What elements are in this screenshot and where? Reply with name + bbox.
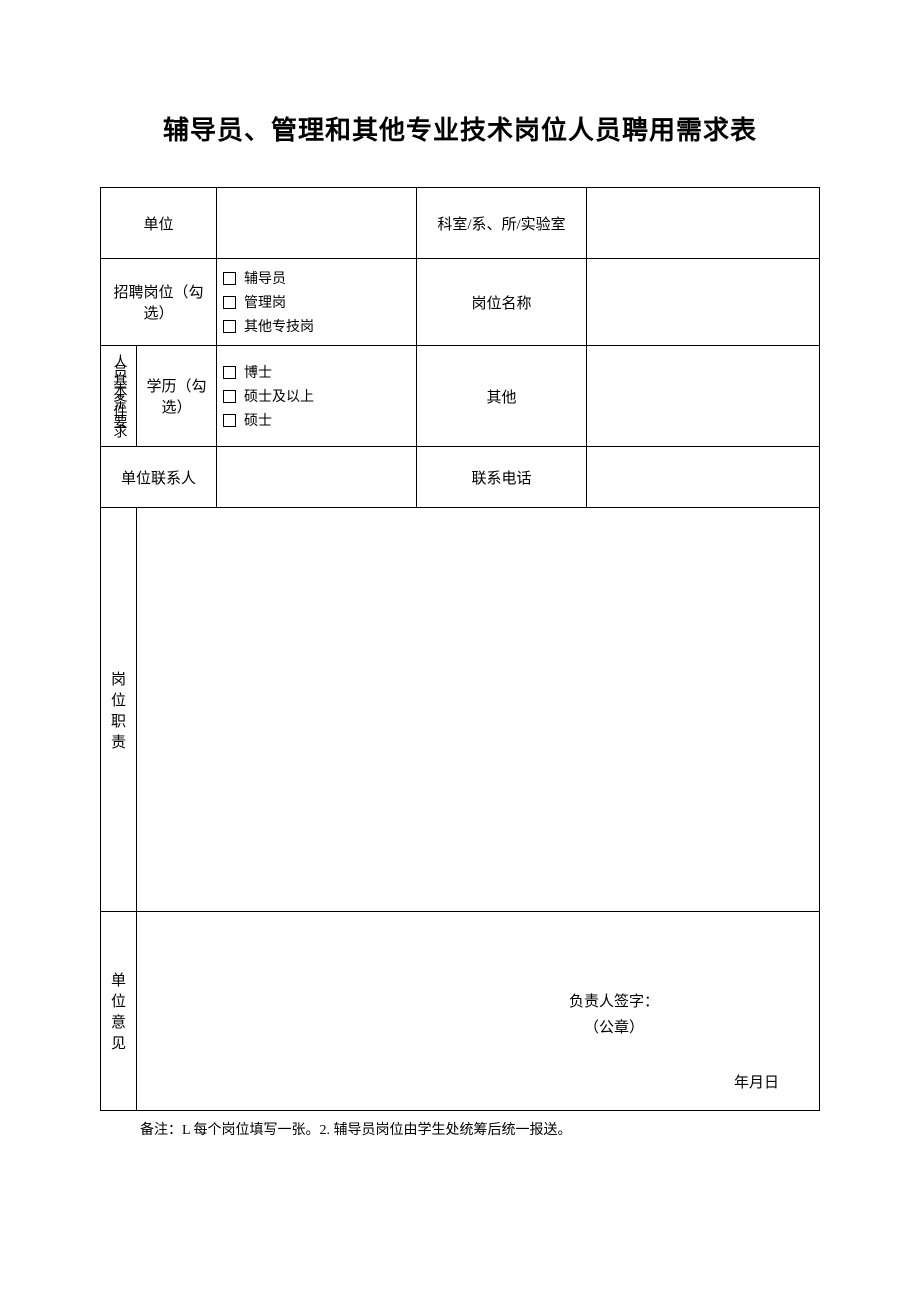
- checkbox-group-education[interactable]: 博士 硕士及以上 硕士: [217, 346, 417, 447]
- checkbox-icon[interactable]: [223, 320, 236, 333]
- label-contact: 单位联系人: [101, 447, 217, 508]
- checkbox-icon[interactable]: [223, 414, 236, 427]
- label-date: 年月日: [734, 1071, 779, 1092]
- label-other: 其他: [417, 346, 587, 447]
- checkbox-icon[interactable]: [223, 296, 236, 309]
- label-education: 学历（勾选）: [137, 346, 217, 447]
- field-position-name[interactable]: [587, 259, 820, 346]
- checkbox-group-position[interactable]: 辅导员 管理岗 其他专技岗: [217, 259, 417, 346]
- label-duties: 岗位职责: [101, 508, 137, 912]
- field-dept[interactable]: [587, 188, 820, 259]
- cb-label: 其他专技岗: [244, 316, 314, 336]
- cb-label: 博士: [244, 362, 272, 382]
- label-sign: 负责人签字：: [569, 990, 659, 1016]
- checkbox-icon[interactable]: [223, 272, 236, 285]
- field-phone[interactable]: [587, 447, 820, 508]
- label-seal: （公章）: [569, 1016, 659, 1042]
- cb-label: 硕士: [244, 410, 272, 430]
- label-recruit-position: 招聘岗位（勾选）: [101, 259, 217, 346]
- field-duties[interactable]: [137, 508, 820, 912]
- label-opinion: 单位意见: [101, 912, 137, 1111]
- page-title: 辅导员、管理和其他专业技术岗位人员聘用需求表: [100, 110, 820, 147]
- cb-label: 硕士及以上: [244, 386, 314, 406]
- label-basic-req: 人员基本条件要求: [101, 346, 137, 447]
- field-opinion[interactable]: 负责人签字： （公章） 年月日: [137, 912, 820, 1111]
- label-dept: 科室/系、所/实验室: [417, 188, 587, 259]
- form-table: 单位 科室/系、所/实验室 招聘岗位（勾选） 辅导员 管理岗 其他专技岗 岗位名…: [100, 187, 820, 1111]
- label-phone: 联系电话: [417, 447, 587, 508]
- checkbox-icon[interactable]: [223, 390, 236, 403]
- cb-label: 管理岗: [244, 292, 286, 312]
- checkbox-icon[interactable]: [223, 366, 236, 379]
- field-unit[interactable]: [217, 188, 417, 259]
- cb-label: 辅导员: [244, 268, 286, 288]
- field-other[interactable]: [587, 346, 820, 447]
- field-contact[interactable]: [217, 447, 417, 508]
- label-unit: 单位: [101, 188, 217, 259]
- footnote: 备注：L 每个岗位填写一张。2. 辅导员岗位由学生处统筹后统一报送。: [100, 1119, 820, 1139]
- label-position-name: 岗位名称: [417, 259, 587, 346]
